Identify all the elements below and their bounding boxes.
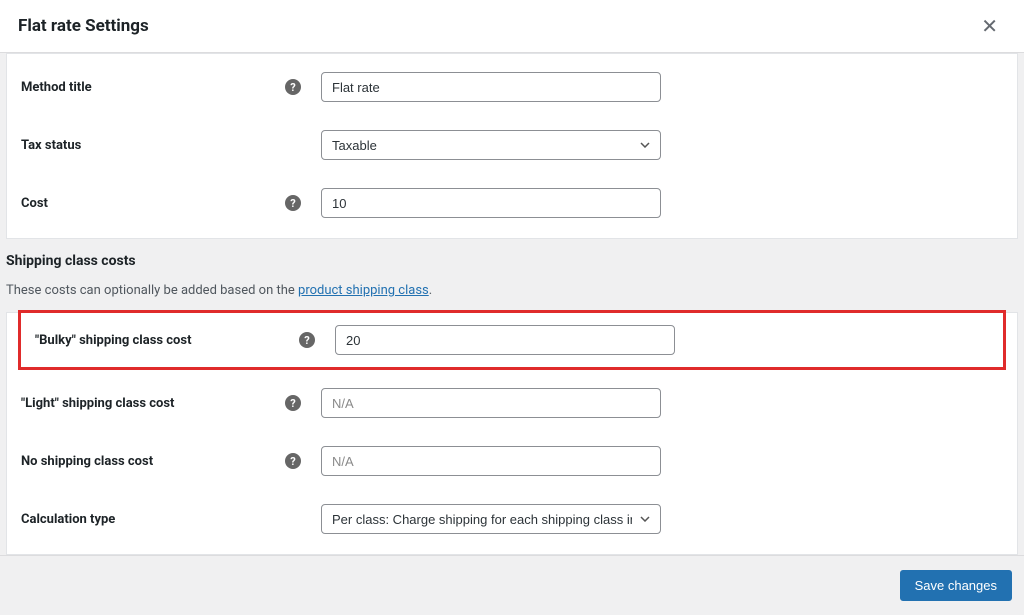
close-icon[interactable]: ✕ [973, 12, 1006, 40]
calc-type-select[interactable]: Per class: Charge shipping for each ship… [321, 504, 661, 534]
help-icon[interactable]: ? [285, 79, 301, 95]
bulky-class-input[interactable] [335, 325, 675, 355]
cost-row: Cost ? [21, 188, 1003, 218]
desc-text: These costs can optionally be added base… [6, 283, 298, 298]
method-title-label: Method title [21, 80, 92, 95]
shipping-class-costs-panel: "Bulky" shipping class cost ? "Light" sh… [6, 312, 1018, 555]
calc-type-label: Calculation type [21, 512, 115, 527]
help-icon[interactable]: ? [299, 332, 315, 348]
light-class-row: "Light" shipping class cost ? [21, 388, 1003, 418]
method-title-input[interactable] [321, 72, 661, 102]
shipping-class-heading-block: Shipping class costs These costs can opt… [6, 239, 1018, 312]
help-icon[interactable]: ? [285, 195, 301, 211]
no-class-label: No shipping class cost [21, 454, 153, 469]
light-class-input[interactable] [321, 388, 661, 418]
cost-label: Cost [21, 196, 48, 211]
save-changes-button[interactable]: Save changes [900, 570, 1012, 601]
shipping-class-desc: These costs can optionally be added base… [6, 283, 1018, 298]
help-icon[interactable]: ? [285, 395, 301, 411]
method-title-row: Method title ? [21, 72, 1003, 102]
tax-status-row: Tax status Taxable [21, 130, 1003, 160]
modal-header: Flat rate Settings ✕ [0, 0, 1024, 53]
cost-input[interactable] [321, 188, 661, 218]
general-settings-panel: Method title ? Tax status Taxable [6, 53, 1018, 239]
product-shipping-class-link[interactable]: product shipping class [298, 283, 429, 298]
no-class-input[interactable] [321, 446, 661, 476]
desc-text: . [429, 283, 432, 298]
tax-status-label: Tax status [21, 138, 81, 153]
light-class-label: "Light" shipping class cost [21, 396, 174, 411]
shipping-class-heading: Shipping class costs [6, 253, 1018, 269]
no-class-row: No shipping class cost ? [21, 446, 1003, 476]
tax-status-select[interactable]: Taxable [321, 130, 661, 160]
modal-footer: Save changes [0, 556, 1024, 615]
help-icon[interactable]: ? [285, 453, 301, 469]
modal-title: Flat rate Settings [18, 16, 149, 36]
bulky-class-row: "Bulky" shipping class cost ? [18, 310, 1006, 370]
calc-type-row: Calculation type Per class: Charge shipp… [21, 504, 1003, 534]
bulky-class-label: "Bulky" shipping class cost [35, 333, 191, 348]
